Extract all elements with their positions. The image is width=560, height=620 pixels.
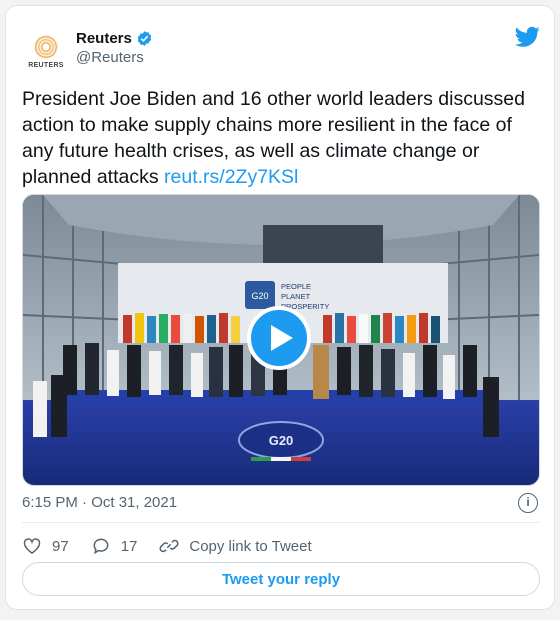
timestamp[interactable]: 6:15 PM · Oct 31, 2021 xyxy=(22,494,177,511)
reuters-logo-icon xyxy=(34,35,58,59)
banner-line-1: PEOPLE xyxy=(281,282,311,291)
like-action[interactable]: 97 xyxy=(22,536,69,556)
video-thumbnail[interactable]: G20 PEOPLE PLANET PROSPERITY G20 xyxy=(22,194,540,486)
copy-link-action[interactable]: Copy link to Tweet xyxy=(159,536,312,556)
play-button[interactable] xyxy=(247,306,311,370)
like-count: 97 xyxy=(52,537,69,555)
tweet-text: President Joe Biden and 16 other world l… xyxy=(22,86,542,190)
tweet-your-reply-button[interactable]: Tweet your reply xyxy=(22,562,540,596)
divider xyxy=(22,522,540,523)
reply-action[interactable]: 17 xyxy=(91,536,138,556)
account-block[interactable]: Reuters @Reuters xyxy=(76,30,153,66)
verified-badge-icon xyxy=(137,31,152,46)
tweet-link[interactable]: reut.rs/2Zy7KSl xyxy=(164,166,298,188)
play-icon xyxy=(271,325,293,351)
info-icon[interactable]: i xyxy=(518,493,538,513)
reply-bubble-icon xyxy=(93,538,109,555)
reply-count: 17 xyxy=(120,537,138,555)
heart-icon xyxy=(23,538,41,554)
account-name[interactable]: Reuters xyxy=(76,30,132,47)
banner-logo-text: G20 xyxy=(251,291,268,301)
action-bar: 97 17 Copy link to Tweet xyxy=(22,531,334,561)
twitter-bird-icon[interactable] xyxy=(515,26,540,48)
tweet-card: REUTERS Reuters @Reuters President Joe B… xyxy=(5,5,555,610)
banner-line-2: PLANET xyxy=(281,292,311,301)
floor-logo-text: G20 xyxy=(269,433,294,448)
tweet-header: REUTERS Reuters @Reuters xyxy=(22,24,540,76)
avatar[interactable]: REUTERS xyxy=(22,28,70,76)
account-handle[interactable]: @Reuters xyxy=(76,49,153,66)
avatar-brand-label: REUTERS xyxy=(28,62,64,69)
copy-link-label: Copy link to Tweet xyxy=(189,537,312,555)
link-icon xyxy=(159,539,179,553)
